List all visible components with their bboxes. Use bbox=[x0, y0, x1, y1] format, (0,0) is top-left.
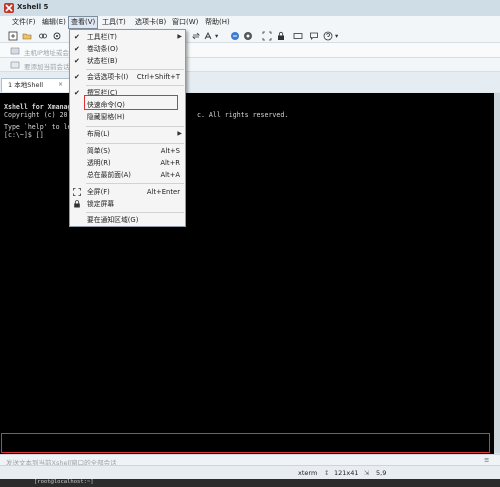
menu-item-always-on-top[interactable]: 总在最前面(A) Alt+A bbox=[70, 169, 185, 181]
lock-toolbar-icon[interactable] bbox=[276, 31, 286, 41]
terminal-line: Xshell for Xmanag bbox=[4, 103, 72, 111]
menu-edit[interactable]: 编辑(E) bbox=[40, 17, 68, 28]
menu-item-lock-screen[interactable]: 锁定屏幕 bbox=[70, 198, 185, 210]
compose-highlight-box bbox=[1, 433, 490, 453]
status-size: 121x41 bbox=[334, 469, 359, 477]
fullscreen-toolbar-icon[interactable] bbox=[262, 31, 272, 41]
submenu-arrow-icon: ▶ bbox=[177, 130, 182, 137]
menu-item-toolbar[interactable]: ✔ 工具栏(T) ▶ bbox=[70, 31, 185, 43]
toolbar-more-icon[interactable]: ▾ bbox=[335, 32, 338, 40]
check-icon: ✔ bbox=[74, 73, 80, 81]
menu-shortcut: Alt+R bbox=[160, 159, 180, 167]
terminal-prompt: [c:\~]$ [] bbox=[4, 131, 44, 139]
session-bar-text: 要添加当前会话 bbox=[24, 63, 70, 71]
menu-item-notification-area[interactable]: 要在通知区域(G) bbox=[70, 214, 185, 226]
compose-menu-icon[interactable]: ≡ bbox=[484, 456, 489, 464]
menu-item-hidden-pane[interactable]: 隐藏窗格(H) bbox=[70, 111, 185, 123]
compose-hint-bar: 发送文本到当前Xshell窗口的全部会话 ≡ bbox=[0, 454, 500, 467]
menu-shortcut: Ctrl+Shift+T bbox=[136, 73, 180, 81]
menu-shortcut: Alt+A bbox=[160, 171, 180, 179]
submenu-arrow-icon: ▶ bbox=[177, 33, 182, 40]
check-icon: ✔ bbox=[74, 89, 80, 97]
bottom-strip: [root@localhost:~] bbox=[0, 479, 500, 487]
menu-separator bbox=[86, 212, 184, 213]
window-title: Xshell 5 bbox=[17, 3, 49, 11]
menu-item-label: 布局(L) bbox=[87, 130, 110, 138]
menu-item-label: 要在通知区域(G) bbox=[87, 216, 139, 224]
menu-help[interactable]: 帮助(H) bbox=[203, 17, 232, 28]
address-icon bbox=[10, 47, 20, 55]
menu-tools[interactable]: 工具(T) bbox=[100, 17, 128, 28]
xftp-icon[interactable] bbox=[230, 31, 240, 41]
quick-command-highlight-box bbox=[84, 95, 178, 110]
check-icon: ✔ bbox=[74, 57, 80, 65]
menu-shortcut: Alt+Enter bbox=[146, 188, 180, 196]
menu-item-label: 简单(S) bbox=[87, 147, 111, 155]
app-window: Xshell 5 文件(F) 编辑(E) 查看(V) 工具(T) 选项卡(B) … bbox=[0, 0, 500, 487]
xmanager-icon[interactable] bbox=[243, 31, 253, 41]
terminal-line: Copyright (c) 20 bbox=[4, 111, 68, 119]
font-icon[interactable] bbox=[203, 31, 213, 41]
menu-item-label: 锁定屏幕 bbox=[87, 200, 115, 208]
menu-window[interactable]: 窗口(W) bbox=[170, 17, 200, 28]
menu-file[interactable]: 文件(F) bbox=[10, 17, 38, 28]
tab-close-icon[interactable]: × bbox=[58, 81, 66, 89]
terminal-line: Type `help' to le bbox=[4, 123, 72, 131]
status-bar: xterm ↕ 121x41 ⇲ 5,9 bbox=[0, 465, 500, 479]
settings-icon[interactable] bbox=[52, 31, 62, 41]
menu-item-label: 工具栏(T) bbox=[87, 33, 117, 41]
status-term: xterm bbox=[298, 469, 318, 477]
menu-separator bbox=[86, 183, 184, 184]
menu-separator bbox=[86, 69, 184, 70]
menu-item-simple[interactable]: 简单(S) Alt+S bbox=[70, 145, 185, 157]
tab-label: 1 本地Shell bbox=[8, 81, 44, 89]
help-icon[interactable] bbox=[323, 31, 333, 41]
menu-item-label: 全屏(F) bbox=[87, 188, 110, 196]
title-bar: Xshell 5 bbox=[0, 0, 500, 16]
menu-item-label: 隐藏窗格(H) bbox=[87, 113, 125, 121]
vertical-scrollbar[interactable] bbox=[494, 93, 500, 453]
menu-item-statusbar[interactable]: ✔ 状态栏(B) bbox=[70, 55, 185, 67]
menu-item-fullscreen[interactable]: 全屏(F) Alt+Enter bbox=[70, 186, 185, 198]
new-session-icon[interactable] bbox=[8, 31, 18, 41]
check-icon: ✔ bbox=[74, 33, 80, 41]
dropdown-arrow-icon[interactable]: ▾ bbox=[215, 32, 218, 40]
menu-item-session-tabs[interactable]: ✔ 会话选项卡(I) Ctrl+Shift+T bbox=[70, 71, 185, 83]
keyboard-icon[interactable] bbox=[293, 31, 303, 41]
chat-icon[interactable] bbox=[309, 31, 319, 41]
menu-item-transparent[interactable]: 透明(R) Alt+R bbox=[70, 157, 185, 169]
xshell-logo-icon bbox=[4, 3, 14, 13]
menu-item-label: 总在最前面(A) bbox=[87, 171, 131, 179]
menu-item-label: 卷动条(O) bbox=[87, 45, 119, 53]
menu-view[interactable]: 查看(V) bbox=[67, 16, 99, 29]
menu-item-label: 会话选项卡(I) bbox=[87, 73, 129, 81]
fullscreen-icon bbox=[73, 188, 81, 196]
menu-separator bbox=[86, 126, 184, 127]
menu-separator bbox=[86, 85, 184, 86]
bottom-prompt: [root@localhost:~] bbox=[34, 479, 94, 485]
menu-item-label: 透明(R) bbox=[87, 159, 111, 167]
terminal-line-rights: c. All rights reserved. bbox=[197, 111, 289, 119]
check-icon: ✔ bbox=[74, 45, 80, 53]
menu-item-layout[interactable]: 布局(L) ▶ bbox=[70, 128, 185, 140]
cursor-icon: ⇲ bbox=[364, 469, 370, 477]
menu-shortcut: Alt+S bbox=[160, 147, 180, 155]
view-menu-dropdown: ✔ 工具栏(T) ▶ ✔ 卷动条(O) ✔ 状态栏(B) ✔ 会话选项卡(I) … bbox=[69, 29, 186, 227]
bookmark-icon bbox=[10, 61, 20, 69]
transfer-icon[interactable] bbox=[191, 31, 201, 41]
menu-item-label: 状态栏(B) bbox=[87, 57, 118, 65]
link-icon[interactable] bbox=[38, 31, 48, 41]
menu-separator bbox=[86, 143, 184, 144]
folder-open-icon[interactable] bbox=[22, 31, 32, 41]
size-icon: ↕ bbox=[324, 469, 330, 477]
menu-item-scrollbar[interactable]: ✔ 卷动条(O) bbox=[70, 43, 185, 55]
lock-icon bbox=[74, 200, 80, 208]
menu-tabs[interactable]: 选项卡(B) bbox=[133, 17, 168, 28]
status-pos: 5,9 bbox=[376, 469, 387, 477]
menu-bar: 文件(F) 编辑(E) 查看(V) 工具(T) 选项卡(B) 窗口(W) 帮助(… bbox=[0, 16, 500, 29]
